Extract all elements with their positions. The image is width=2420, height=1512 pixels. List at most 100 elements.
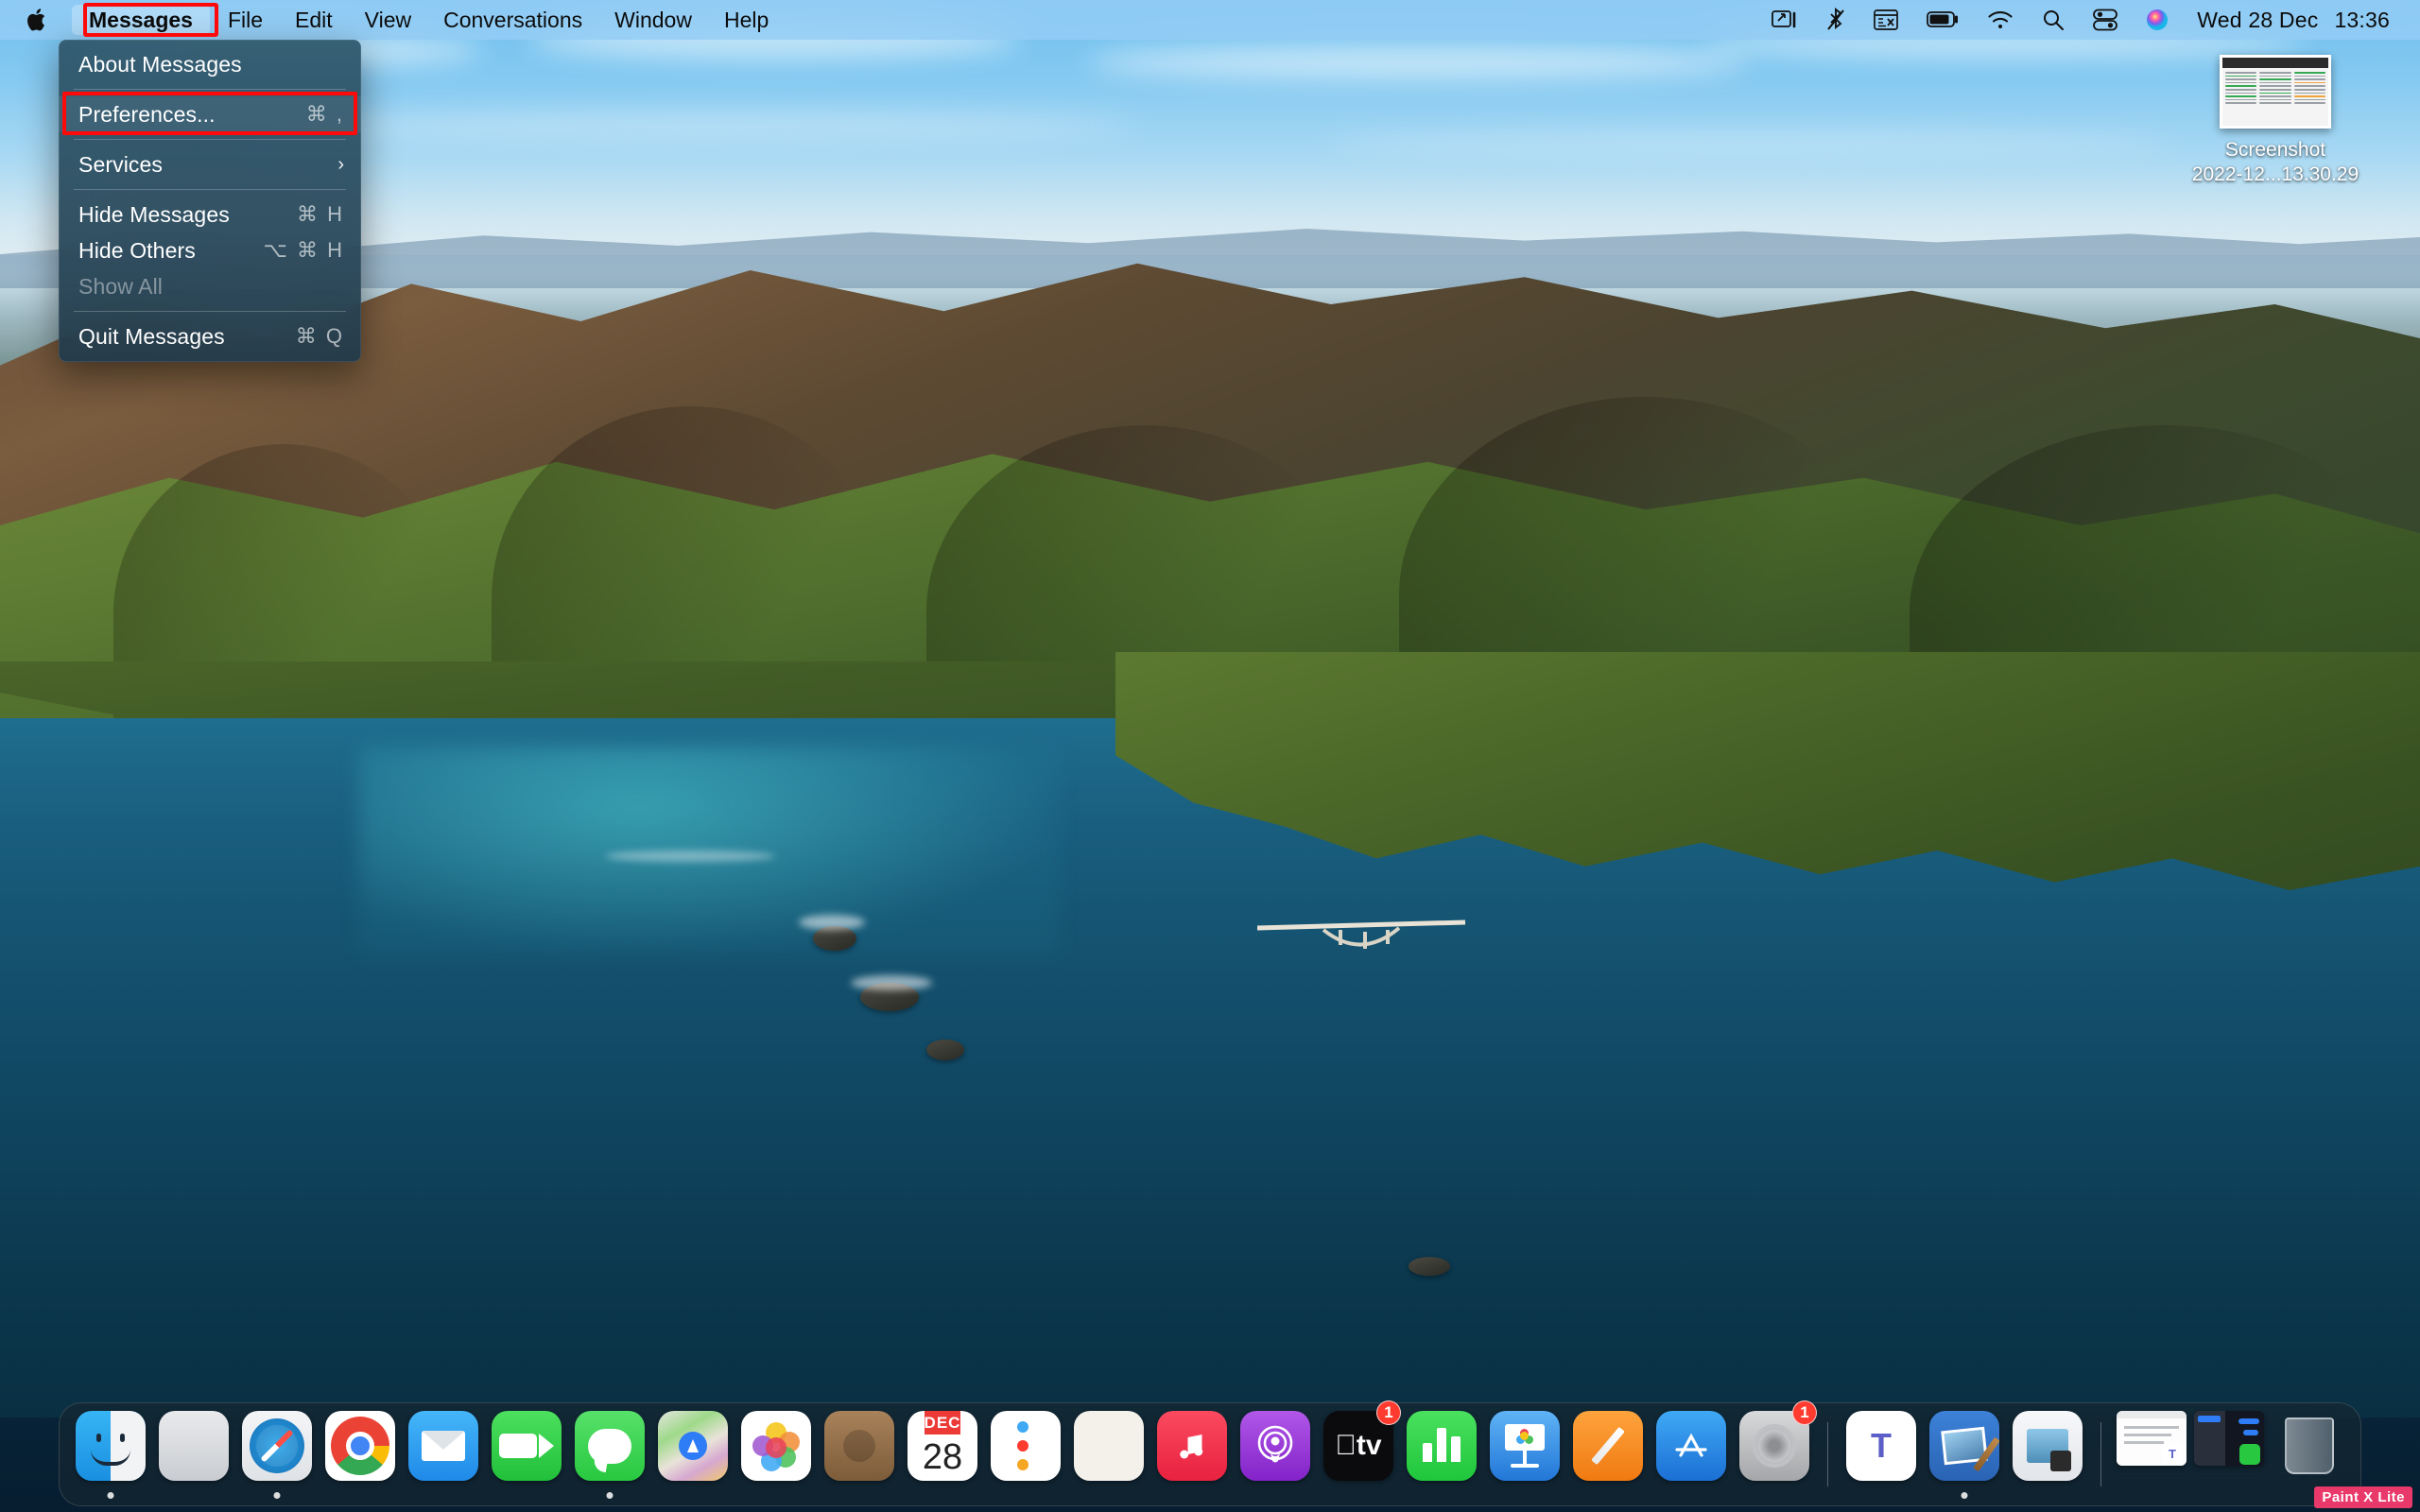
menu-bar-status-area: Wed 28 Dec 13:36	[1772, 0, 2420, 40]
siri-icon[interactable]	[2146, 9, 2169, 31]
dock-item-messages[interactable]	[570, 1403, 649, 1505]
apple-logo-icon[interactable]	[0, 0, 70, 40]
control-center-icon[interactable]	[2093, 9, 2118, 31]
messages-app-menu: About Messages Preferences... ⌘ , Servic…	[59, 40, 361, 362]
dock-item-calendar[interactable]: DEC 28	[903, 1403, 982, 1505]
dock-item-launchpad[interactable]	[154, 1403, 233, 1505]
dock: DEC 28 tv 1	[59, 1400, 2361, 1506]
file-label-line1: Screenshot	[2224, 139, 2326, 161]
screenshot-file-label: Screenshot 2022-12...13.30.29	[2186, 138, 2365, 188]
menu-item-services[interactable]: Services ›	[59, 146, 361, 182]
menu-bar-clock[interactable]: Wed 28 Dec 13:36	[2197, 8, 2390, 33]
dock-item-podcasts[interactable]	[1236, 1403, 1315, 1505]
menu-separator	[74, 89, 346, 90]
chevron-right-icon: ›	[337, 153, 344, 175]
minimized-window-messages[interactable]	[2192, 1403, 2266, 1505]
paint-x-lite-icon	[1929, 1411, 1999, 1481]
running-indicator	[1961, 1492, 1968, 1499]
pages-icon	[1573, 1411, 1643, 1481]
dock-item-photos[interactable]	[736, 1403, 816, 1505]
clock-date: Wed 28 Dec	[2197, 7, 2319, 32]
menu-item-label: Services	[78, 151, 163, 177]
dock-item-contacts[interactable]	[820, 1403, 899, 1505]
contacts-icon	[824, 1411, 894, 1481]
dock-item-teams[interactable]: T	[1841, 1403, 1921, 1505]
input-source-icon[interactable]	[1874, 9, 1899, 31]
wifi-icon[interactable]	[1987, 9, 2014, 30]
menu-bar-item-view[interactable]: View	[349, 0, 427, 40]
menu-item-label: Hide Messages	[78, 201, 230, 227]
calendar-day: 28	[922, 1437, 963, 1477]
notes-icon	[1074, 1411, 1144, 1481]
mail-icon	[408, 1411, 478, 1481]
dock-item-preview[interactable]	[2008, 1403, 2087, 1505]
menu-separator	[74, 139, 346, 140]
music-icon	[1157, 1411, 1227, 1481]
dock-separator	[1827, 1422, 1828, 1486]
dock-item-music[interactable]	[1152, 1403, 1232, 1505]
menu-item-hide-messages[interactable]: Hide Messages ⌘ H	[59, 197, 361, 232]
dock-item-notes[interactable]	[1069, 1403, 1149, 1505]
menu-bar-item-file[interactable]: File	[212, 0, 279, 40]
maps-icon	[658, 1411, 728, 1481]
menu-bar-item-edit[interactable]: Edit	[279, 0, 349, 40]
dock-item-mail[interactable]	[404, 1403, 483, 1505]
safari-icon	[242, 1411, 312, 1481]
dock-item-numbers[interactable]	[1402, 1403, 1481, 1505]
dock-item-maps[interactable]	[653, 1403, 733, 1505]
menu-item-shortcut: ⌘ Q	[295, 324, 344, 348]
menu-item-label: Show All	[78, 273, 164, 299]
dock-separator	[2100, 1422, 2101, 1486]
screenshot-file-icon[interactable]: Screenshot 2022-12...13.30.29	[2186, 55, 2365, 188]
menu-item-about-messages[interactable]: About Messages	[59, 46, 361, 82]
running-indicator	[606, 1492, 614, 1499]
dock-item-apple-tv[interactable]: tv 1	[1319, 1400, 1401, 1505]
minimized-window-thumbnail	[2194, 1411, 2264, 1466]
battery-icon[interactable]	[1927, 10, 1959, 29]
bixby-bridge	[1257, 919, 1465, 949]
dock-item-keynote[interactable]	[1485, 1403, 1564, 1505]
menu-item-shortcut: ⌘ H	[297, 202, 344, 226]
sea-rock	[1409, 1257, 1450, 1276]
dock-item-app-store[interactable]	[1651, 1403, 1731, 1505]
dock-item-finder[interactable]	[71, 1403, 150, 1505]
trash-icon	[2274, 1411, 2344, 1481]
menu-bar-item-label: Conversations	[443, 7, 583, 32]
menu-item-preferences[interactable]: Preferences... ⌘ ,	[59, 96, 361, 132]
menu-bar-item-label: Messages	[89, 7, 193, 32]
reminders-icon	[991, 1411, 1061, 1481]
microsoft-teams-icon: T	[1846, 1411, 1916, 1481]
keynote-icon	[1490, 1411, 1560, 1481]
menu-bar-item-label: Edit	[295, 7, 333, 32]
running-indicator	[273, 1492, 281, 1499]
screen-mirroring-icon[interactable]	[1772, 9, 1798, 31]
badge-count: 1	[1792, 1400, 1817, 1425]
dock-item-facetime[interactable]	[487, 1403, 566, 1505]
dock-item-chrome[interactable]	[320, 1403, 400, 1505]
menu-item-quit-messages[interactable]: Quit Messages ⌘ Q	[59, 318, 361, 354]
menu-bar-item-label: File	[227, 7, 264, 32]
desktop-wallpaper	[0, 0, 2420, 1512]
dock-item-system-preferences[interactable]: 1	[1735, 1400, 1817, 1505]
search-icon[interactable]	[2042, 9, 2065, 31]
dock-item-paint-x-lite[interactable]	[1925, 1403, 2004, 1505]
dock-item-safari[interactable]	[237, 1403, 317, 1505]
menu-item-label: Quit Messages	[78, 323, 225, 349]
badge-count: 1	[1376, 1400, 1401, 1425]
menu-bar-item-help[interactable]: Help	[708, 0, 785, 40]
menu-bar-item-window[interactable]: Window	[598, 0, 708, 40]
clock-time: 13:36	[2334, 7, 2390, 32]
numbers-icon	[1407, 1411, 1477, 1481]
menu-bar-item-conversations[interactable]: Conversations	[427, 0, 598, 40]
dock-item-reminders[interactable]	[986, 1403, 1065, 1505]
bluetooth-off-icon[interactable]	[1826, 8, 1845, 32]
running-indicator	[107, 1492, 114, 1499]
dock-item-pages[interactable]	[1568, 1403, 1648, 1505]
menu-item-show-all: Show All	[59, 268, 361, 304]
menu-bar-item-label: Help	[723, 7, 769, 32]
minimized-window-teams[interactable]: T	[2115, 1403, 2188, 1505]
screenshot-thumbnail	[2220, 55, 2331, 129]
cloud	[1323, 132, 2174, 153]
menu-bar-item-messages[interactable]: Messages	[72, 5, 210, 35]
menu-item-hide-others[interactable]: Hide Others ⌥ ⌘ H	[59, 232, 361, 268]
